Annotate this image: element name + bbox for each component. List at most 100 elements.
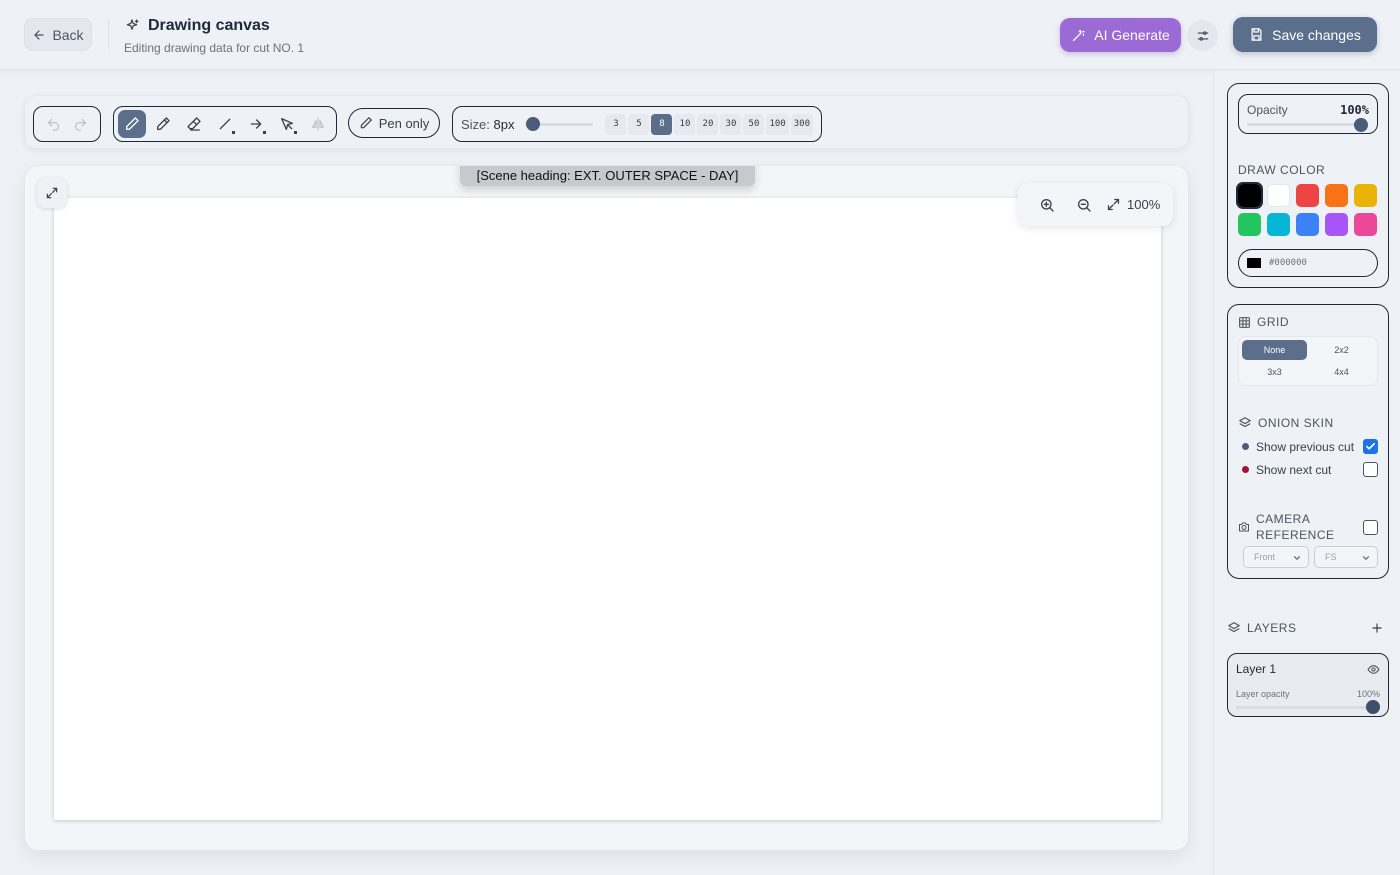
- opacity-slider-track[interactable]: [1247, 123, 1367, 126]
- select-tool-button[interactable]: [273, 110, 301, 138]
- camera-angle-select[interactable]: Front: [1243, 546, 1309, 568]
- layers-heading: LAYERS: [1227, 616, 1389, 640]
- save-icon: [1249, 27, 1264, 42]
- color-swatch[interactable]: [1354, 184, 1377, 207]
- color-swatch[interactable]: [1325, 184, 1348, 207]
- title-block: Drawing canvas Editing drawing data for …: [124, 17, 304, 55]
- size-preset-10[interactable]: 10: [674, 113, 696, 135]
- save-changes-button[interactable]: Save changes: [1233, 17, 1377, 52]
- size-slider-knob[interactable]: [525, 117, 540, 131]
- arrow-left-icon: [32, 28, 46, 42]
- onion-prev-dot: [1242, 443, 1249, 450]
- settings-button[interactable]: [1187, 20, 1218, 51]
- drawing-canvas[interactable]: [54, 198, 1161, 820]
- grid-option-none[interactable]: None: [1242, 340, 1307, 360]
- pen-only-label: Pen only: [378, 115, 430, 131]
- scene-heading-label: [Scene heading: EXT. OUTER SPACE - DAY]: [460, 166, 755, 186]
- back-button[interactable]: Back: [24, 18, 92, 51]
- color-swatch[interactable]: [1325, 213, 1348, 236]
- opacity-value: 100%: [1340, 103, 1369, 117]
- size-label: Size: 8px: [461, 116, 515, 132]
- draw-color-label: DRAW COLOR: [1238, 163, 1326, 177]
- redo-icon[interactable]: [73, 117, 88, 132]
- size-preset-50[interactable]: 50: [743, 113, 765, 135]
- current-color-chip: [1247, 258, 1261, 268]
- size-preset-300[interactable]: 300: [790, 113, 813, 135]
- onion-prev-row: Show previous cut: [1242, 439, 1378, 454]
- fullscreen-button[interactable]: [37, 178, 67, 208]
- mirror-icon: [310, 116, 326, 132]
- ai-generate-label: AI Generate: [1094, 27, 1170, 43]
- tool-group: [113, 106, 337, 142]
- color-swatch[interactable]: [1296, 213, 1319, 236]
- ai-generate-button[interactable]: AI Generate: [1060, 18, 1181, 52]
- layer-opacity-knob[interactable]: [1366, 700, 1380, 714]
- pencil-tool-button[interactable]: [149, 110, 177, 138]
- chevron-down-icon: [1292, 553, 1302, 563]
- size-preset-20[interactable]: 20: [697, 113, 719, 135]
- header-divider: [108, 20, 109, 50]
- onion-prev-checkbox[interactable]: [1363, 439, 1378, 454]
- layer-item[interactable]: Layer 1 Layer opacity 100%: [1227, 653, 1389, 717]
- color-swatch[interactable]: [1236, 182, 1263, 209]
- layers-label: LAYERS: [1247, 621, 1297, 635]
- size-preset-30[interactable]: 30: [720, 113, 742, 135]
- onion-next-label: Show next cut: [1256, 462, 1332, 477]
- mirror-tool-button[interactable]: [304, 110, 332, 138]
- arrow-right-icon: [248, 116, 264, 132]
- size-preset-5[interactable]: 5: [628, 113, 650, 135]
- color-swatch[interactable]: [1354, 213, 1377, 236]
- color-swatches: [1236, 182, 1377, 236]
- arrow-tool-button[interactable]: [242, 110, 270, 138]
- grid-option-4x4[interactable]: 4x4: [1309, 362, 1374, 382]
- zoom-reset-button[interactable]: 100%: [1106, 197, 1160, 212]
- camera-reference-heading: CAMERA REFERENCE: [1238, 511, 1378, 543]
- onion-skin-label: ONION SKIN: [1258, 416, 1334, 430]
- canvas-area: [Scene heading: EXT. OUTER SPACE - DAY] …: [24, 165, 1189, 851]
- zoom-out-button[interactable]: [1065, 190, 1102, 220]
- grid-option-2x2[interactable]: 2x2: [1309, 340, 1374, 360]
- brush-size-group: Size: 8px 3 5 8 10 20 30 50 100 300: [452, 106, 822, 142]
- back-label: Back: [52, 26, 84, 43]
- maximize-icon: [1106, 197, 1121, 212]
- grid-option-3x3[interactable]: 3x3: [1242, 362, 1307, 382]
- camera-shot-value: FS: [1325, 552, 1337, 562]
- page-title: Drawing canvas: [148, 17, 270, 34]
- pencil-icon: [155, 116, 171, 132]
- size-preset-3[interactable]: 3: [605, 113, 627, 135]
- opacity-label: Opacity: [1247, 103, 1288, 117]
- camera-reference-checkbox[interactable]: [1363, 519, 1378, 535]
- opacity-slider-knob[interactable]: [1354, 118, 1368, 132]
- onion-next-dot: [1242, 466, 1249, 473]
- zoom-in-button[interactable]: [1028, 190, 1065, 220]
- camera-shot-select[interactable]: FS: [1314, 546, 1378, 568]
- brush-style-card: Opacity 100% DRAW COLOR #000000: [1227, 83, 1389, 288]
- onion-next-checkbox[interactable]: [1363, 462, 1378, 477]
- undo-icon[interactable]: [46, 117, 61, 132]
- camera-icon: [1238, 521, 1250, 533]
- grid-heading: GRID: [1238, 315, 1289, 329]
- pen-tool-button[interactable]: [118, 110, 146, 138]
- color-swatch[interactable]: [1238, 213, 1261, 236]
- opacity-control: Opacity 100%: [1238, 94, 1378, 134]
- drawing-toolbar: Pen only Size: 8px 3 5 8 10 20 30 50 100 300: [24, 95, 1189, 149]
- sliders-icon: [1196, 29, 1210, 43]
- hex-color-input[interactable]: #000000: [1238, 249, 1378, 277]
- zoom-controls: 100%: [1018, 183, 1173, 226]
- color-swatch[interactable]: [1267, 213, 1290, 236]
- layer-opacity-track[interactable]: [1236, 706, 1378, 709]
- pen-only-toggle[interactable]: Pen only: [348, 108, 440, 138]
- grid-icon: [1238, 316, 1251, 329]
- color-swatch[interactable]: [1296, 184, 1319, 207]
- size-preset-100[interactable]: 100: [766, 113, 789, 135]
- line-tool-button[interactable]: [211, 110, 239, 138]
- add-layer-button[interactable]: [1365, 616, 1389, 640]
- eraser-tool-button[interactable]: [180, 110, 208, 138]
- size-preset-8[interactable]: 8: [651, 113, 673, 135]
- pen-icon: [124, 116, 140, 132]
- eye-icon[interactable]: [1367, 663, 1380, 676]
- size-slider[interactable]: [524, 117, 594, 131]
- pen-icon: [359, 116, 373, 130]
- color-swatch[interactable]: [1267, 184, 1290, 207]
- onion-skin-heading: ONION SKIN: [1238, 416, 1334, 430]
